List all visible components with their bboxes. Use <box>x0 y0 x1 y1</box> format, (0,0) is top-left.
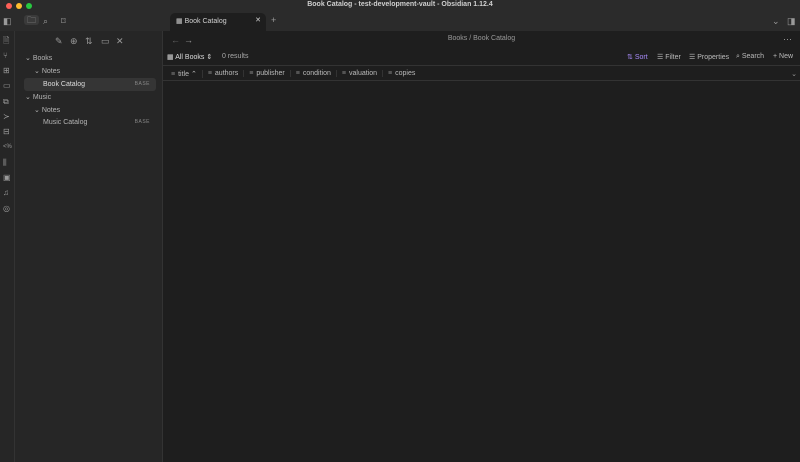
new-folder-icon[interactable]: ⊕ <box>70 36 78 46</box>
filter-button[interactable]: ☰ Filter <box>657 53 681 61</box>
column-publisher[interactable]: ≡ publisher <box>244 70 291 77</box>
folder-label: Books <box>32 55 53 62</box>
tab-book-catalog[interactable]: ▦ Book Catalog ✕ <box>170 13 266 31</box>
folder-label: Notes <box>41 107 61 114</box>
expand-all-icon[interactable]: ✕ <box>116 36 124 46</box>
view-selector[interactable]: ▦ All Books ⇕ <box>167 53 212 61</box>
terminal-icon[interactable]: ≻ <box>3 112 10 122</box>
chevron-down-icon[interactable]: ⌄ <box>791 70 797 78</box>
tab-label: Book Catalog <box>184 18 227 25</box>
results-count: 0 results <box>222 53 249 60</box>
back-icon[interactable]: ← <box>171 35 180 45</box>
maximize-window-button[interactable] <box>26 3 32 9</box>
column-label: condition <box>302 70 331 77</box>
column-label: valuation <box>349 70 378 77</box>
collapse-icon[interactable]: ▭ <box>101 36 110 46</box>
file-label: Book Catalog <box>43 81 86 88</box>
title-bar: Book Catalog - test-development-vault - … <box>0 0 800 11</box>
close-window-button[interactable] <box>6 3 12 9</box>
column-condition[interactable]: ≡ condition <box>291 70 337 77</box>
library-icon[interactable]: ⫼ <box>3 158 7 168</box>
table-header: ≡ title ⌃ ≡ authors ≡ publisher ≡ condition … <box>163 67 800 81</box>
file-badge: BASE <box>134 81 150 87</box>
search-label: Search <box>741 53 765 60</box>
sort-button[interactable]: ⇅ Sort <box>627 53 648 61</box>
column-label: title <box>178 70 189 78</box>
base-view: ← → Books / Book Catalog ⋯ ▦ All Books ⇕… <box>163 31 800 462</box>
properties-label: Properties <box>697 54 730 61</box>
forward-icon[interactable]: → <box>184 35 193 45</box>
close-tab-icon[interactable]: ✕ <box>255 16 261 24</box>
file-music-catalog[interactable]: Music Catalog BASE <box>24 117 156 128</box>
folder-notes[interactable]: ⌄ Notes <box>34 105 60 116</box>
file-badge: BASE <box>134 119 150 125</box>
new-tab-icon[interactable]: + <box>271 15 276 25</box>
chevron-down-icon[interactable]: ⌄ <box>772 16 780 26</box>
folder-label: Notes <box>41 68 61 75</box>
new-button[interactable]: + New <box>773 53 793 60</box>
breadcrumb-separator: / <box>469 35 472 42</box>
column-label: authors <box>214 70 239 77</box>
table-icon: ▦ <box>176 18 183 25</box>
column-label: copies <box>395 70 416 77</box>
sidebar-toggle-icon[interactable]: ◧ <box>3 16 12 26</box>
file-book-catalog[interactable]: Book Catalog BASE <box>24 78 156 91</box>
breadcrumb-file[interactable]: Book Catalog <box>473 35 515 42</box>
right-sidebar-toggle-icon[interactable]: ◨ <box>787 16 796 26</box>
column-valuation[interactable]: ≡ valuation <box>337 70 384 77</box>
ribbon: 🗎 ⑂ ⊞ ▭ ⧉ ≻ ⊟ <% ⫼ ▣ ♫ ◎ <box>0 31 15 462</box>
minimize-window-button[interactable] <box>16 3 22 9</box>
copy-icon[interactable]: ⧉ <box>3 97 9 107</box>
sort-icon[interactable]: ⇅ <box>85 36 93 46</box>
search-icon[interactable]: ⌕ <box>43 16 48 26</box>
column-label: publisher <box>256 70 285 77</box>
view-name: All Books <box>175 54 205 61</box>
base-toolbar: ▦ All Books ⇕ 0 results ⇅ Sort ☰ Filter … <box>163 50 800 66</box>
more-options-icon[interactable]: ⋯ <box>783 34 792 44</box>
calendar-icon[interactable]: ▭ <box>3 81 11 91</box>
breadcrumb: ← → Books / Book Catalog ⋯ <box>163 31 800 48</box>
new-note-icon[interactable]: ✎ <box>55 36 63 46</box>
folder-icon[interactable]: 🗀 <box>24 15 40 25</box>
column-copies[interactable]: ≡ copies <box>383 70 420 77</box>
properties-button[interactable]: ☰ Properties <box>689 53 729 61</box>
column-title[interactable]: ≡ title ⌃ <box>166 69 203 78</box>
folder-notes[interactable]: ⌄ Notes <box>34 66 60 77</box>
search-button[interactable]: ⌕ Search <box>736 53 764 61</box>
file-explorer: ✎ ⊕ ⇅ ▭ ✕ ⌄ Books ⌄ Notes Book Catalog BA… <box>15 31 163 462</box>
new-label: New <box>779 53 794 60</box>
window-controls[interactable] <box>6 3 32 9</box>
tab-bar: ◧ 🗀 ⌕ ⌑ ▦ Book Catalog ✕ + ⌄ ◨ <box>0 11 800 31</box>
breadcrumb-folder[interactable]: Books <box>448 35 467 42</box>
folder-label: Music <box>32 94 52 101</box>
window-title: Book Catalog - test-development-vault - … <box>307 1 493 8</box>
templater-icon[interactable]: <% <box>3 142 12 152</box>
graph-icon[interactable]: ⑂ <box>3 51 8 61</box>
music-icon[interactable]: ♫ <box>3 188 9 198</box>
filter-label: Filter <box>665 54 681 61</box>
contacts-icon[interactable]: ▣ <box>3 173 11 183</box>
bookmark-icon[interactable]: ⌑ <box>61 16 66 26</box>
file-label: Music Catalog <box>43 119 88 126</box>
file-icon[interactable]: 🗎 <box>3 36 9 46</box>
templates-icon[interactable]: ⊟ <box>3 127 10 137</box>
canvas-icon[interactable]: ⊞ <box>3 66 10 76</box>
folder-music[interactable]: ⌄ Music <box>25 92 51 103</box>
column-authors[interactable]: ≡ authors <box>203 70 245 77</box>
sort-label: Sort <box>634 54 648 61</box>
folder-books[interactable]: ⌄ Books <box>25 53 52 64</box>
record-icon[interactable]: ◎ <box>3 204 10 214</box>
